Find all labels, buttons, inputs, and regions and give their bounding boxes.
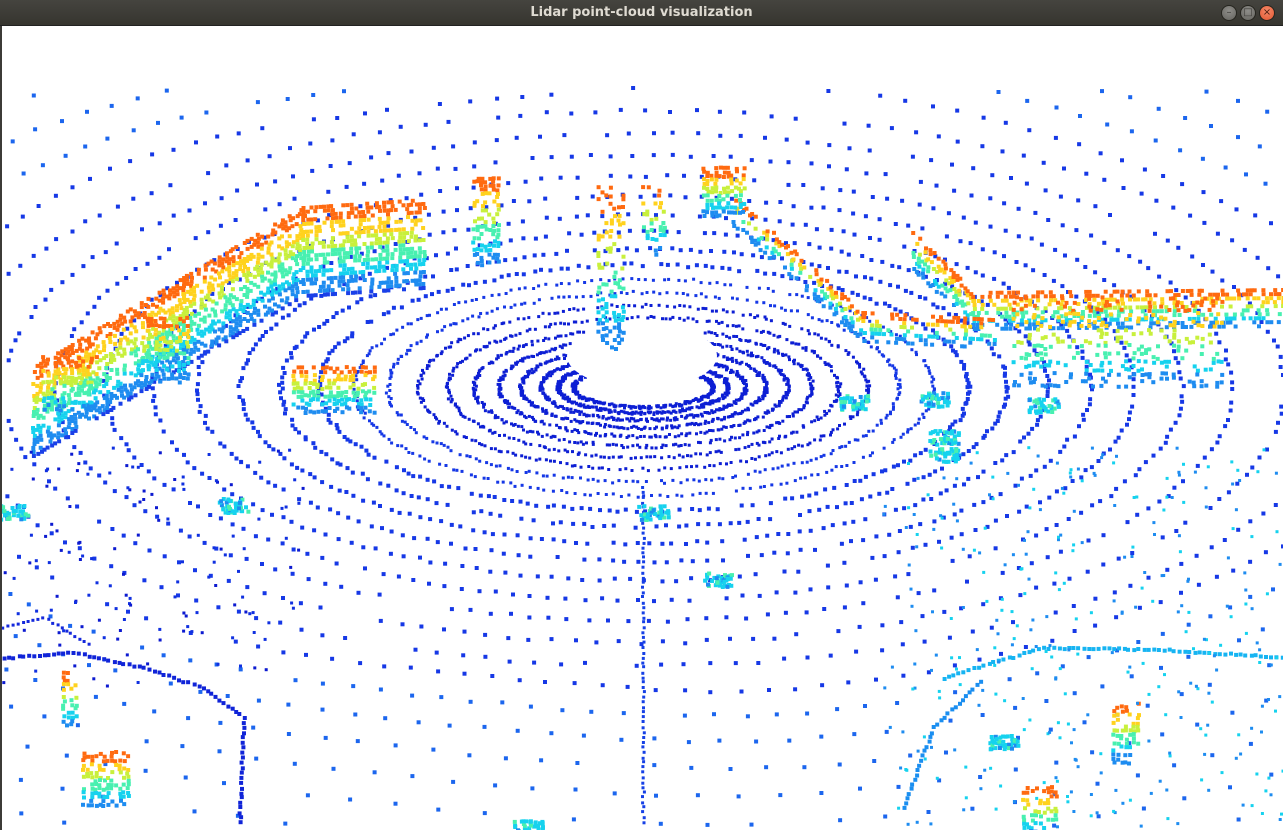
small-object-clusters [2, 391, 1061, 830]
ego-vehicle-shadow [567, 324, 717, 388]
maximize-icon: □ [1243, 7, 1253, 18]
window-title: Lidar point-cloud visualization [530, 5, 753, 20]
close-icon: × [1262, 7, 1272, 18]
app-window: Lidar point-cloud visualization – □ × [0, 0, 1283, 830]
minimize-button[interactable]: – [1221, 5, 1237, 21]
road-curb-lines [2, 486, 1283, 825]
minimize-icon: – [1226, 7, 1232, 18]
maximize-button[interactable]: □ [1240, 5, 1256, 21]
point-cloud-canvas[interactable] [2, 26, 1283, 830]
title-bar[interactable]: Lidar point-cloud visualization – □ × [0, 0, 1283, 26]
close-button[interactable]: × [1259, 5, 1275, 21]
elevated-objects [31, 165, 1283, 830]
point-cloud-viewport[interactable] [0, 26, 1283, 830]
